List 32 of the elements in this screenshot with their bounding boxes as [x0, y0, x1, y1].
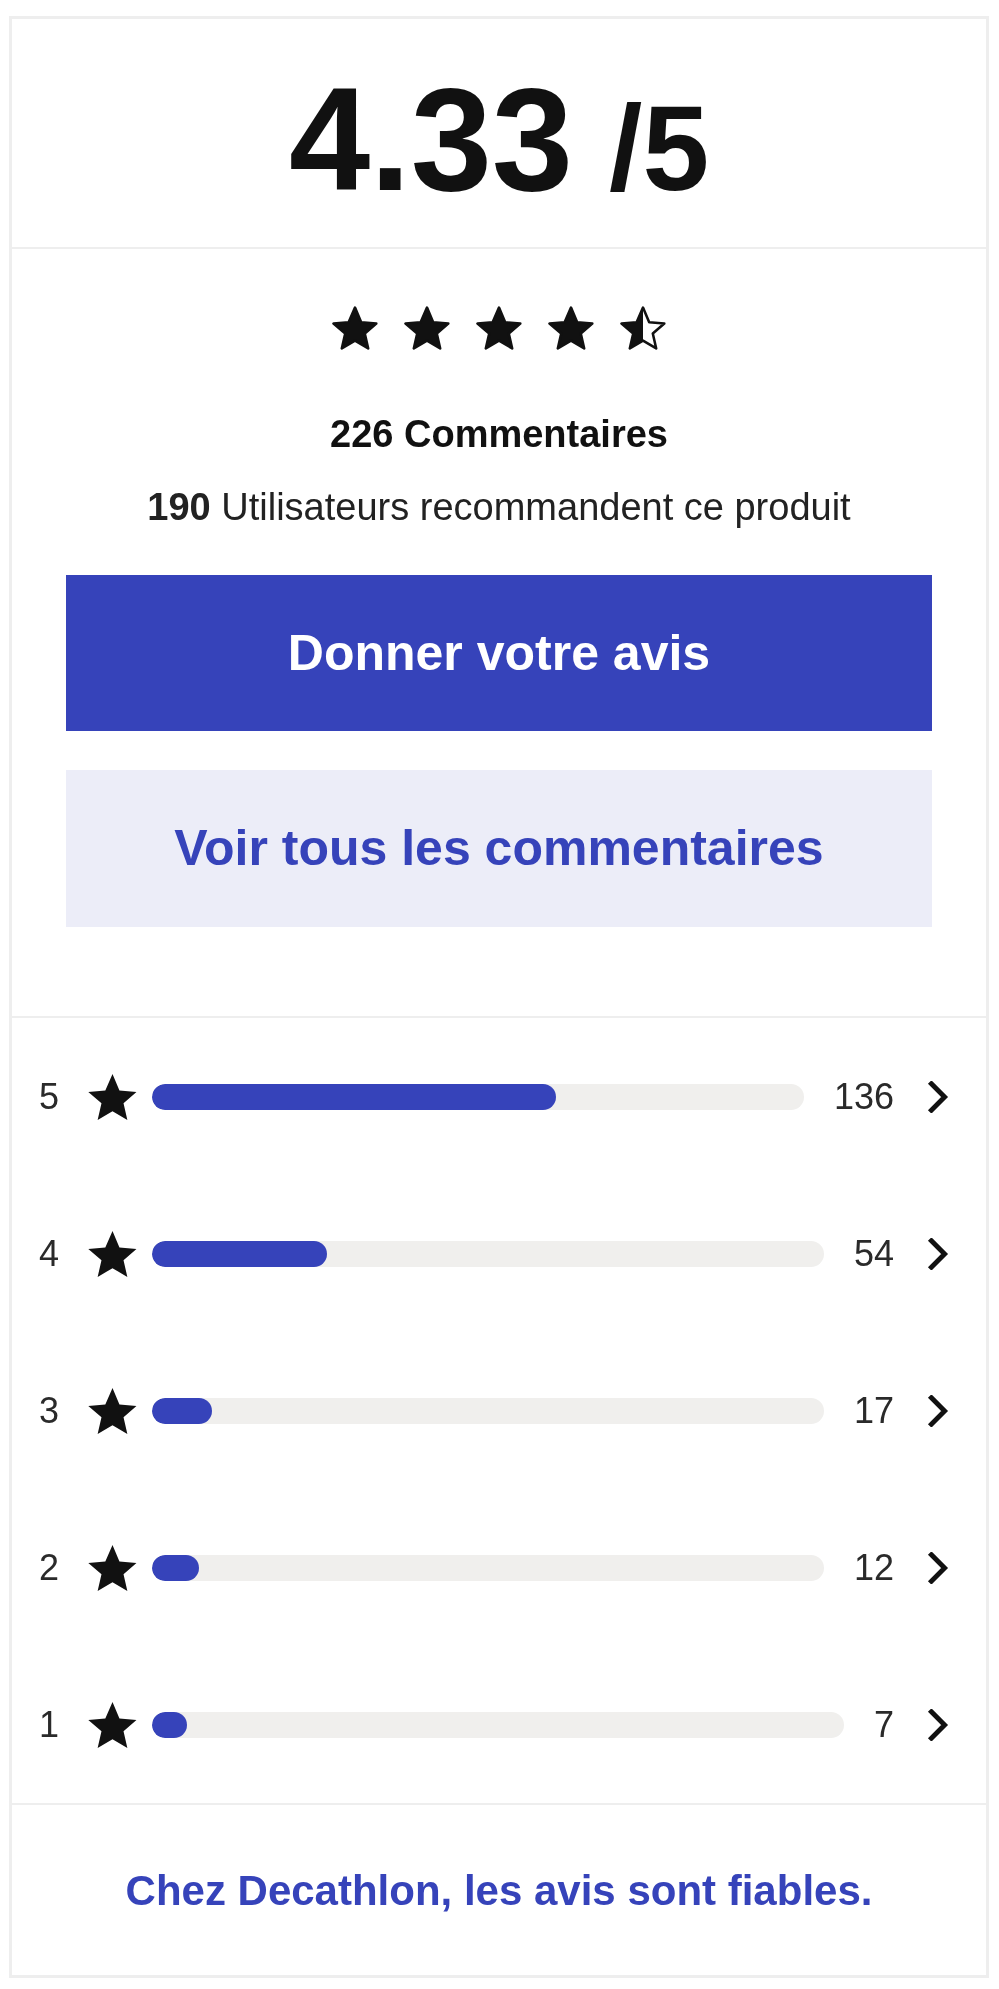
star-icon	[88, 1073, 137, 1120]
review-count: 54	[853, 1235, 894, 1272]
score-value: 4.33	[288, 67, 574, 213]
review-count: 17	[853, 1392, 894, 1429]
star-icon	[332, 306, 378, 350]
star-icon	[88, 1701, 137, 1748]
half-star-icon	[620, 306, 666, 350]
review-count: 12	[853, 1549, 894, 1586]
review-count: 136	[833, 1078, 894, 1115]
chevron-right-icon[interactable]	[927, 1080, 949, 1113]
star-icon	[476, 306, 522, 350]
all-reviews-button[interactable]: Voir tous les commentaires	[66, 770, 932, 927]
trust-link[interactable]: Chez Decathlon, les avis sont fiables.	[125, 1858, 873, 1922]
star-icon	[88, 1544, 137, 1591]
star-icon	[88, 1387, 137, 1434]
rating-level: 1	[39, 1706, 59, 1743]
write-review-button[interactable]: Donner votre avis	[66, 575, 932, 731]
star-icon	[548, 306, 594, 350]
recommendation-text: 190 Utilisateurs recommandent ce produit	[147, 485, 851, 529]
rating-level: 4	[39, 1235, 59, 1272]
rating-level: 3	[39, 1392, 59, 1429]
chevron-right-icon[interactable]	[927, 1708, 949, 1741]
score-scale: /5	[609, 88, 710, 208]
rating-level: 5	[39, 1078, 59, 1115]
chevron-right-icon[interactable]	[927, 1237, 949, 1270]
chevron-right-icon[interactable]	[927, 1551, 949, 1584]
chevron-right-icon[interactable]	[927, 1394, 949, 1427]
star-icon	[88, 1230, 137, 1277]
rating-level: 2	[39, 1549, 59, 1586]
review-count: 7	[873, 1706, 894, 1743]
star-icon	[404, 306, 450, 350]
comment-count: 226 Commentaires	[330, 412, 668, 456]
